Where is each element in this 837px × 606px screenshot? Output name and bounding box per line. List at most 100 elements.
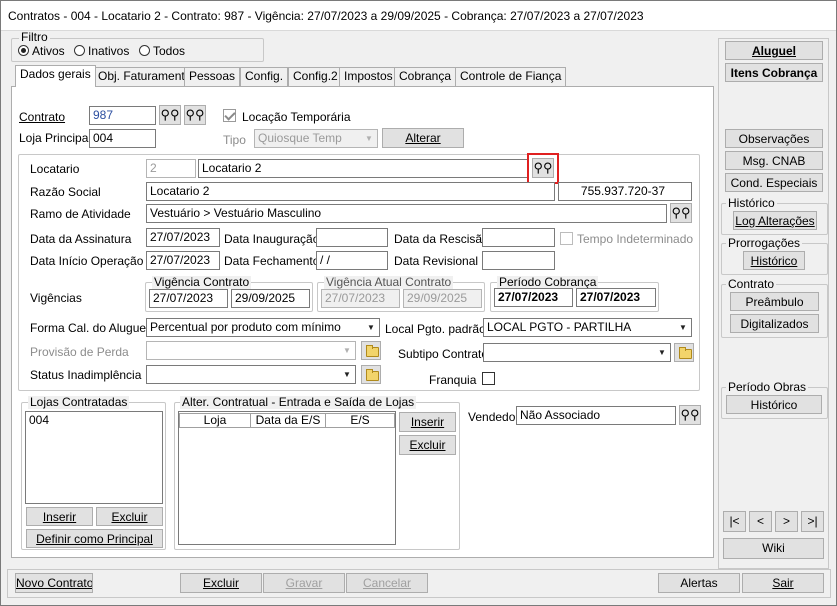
aluguel-button[interactable]: Aluguel <box>725 41 823 60</box>
cancelar-button[interactable]: Cancelar <box>346 573 428 593</box>
data-inicio-input[interactable]: 27/07/2023 <box>146 251 220 270</box>
observacoes-button[interactable]: Observações <box>725 129 823 148</box>
log-alteracoes-button[interactable]: Log Alterações <box>733 211 817 230</box>
tab-obj-faturamento[interactable]: Obj. Faturamento <box>93 67 197 86</box>
lojas-list[interactable]: 004 <box>25 411 163 504</box>
subtipo-contrato-combo[interactable]: ▼ <box>483 343 671 362</box>
folder-icon[interactable] <box>674 343 694 362</box>
status-inadimplencia-combo[interactable]: ▼ <box>146 365 356 384</box>
razao-social-label: Razão Social <box>30 185 101 199</box>
loja-principal-label: Loja Principal <box>19 131 92 145</box>
chevron-down-icon: ▼ <box>363 319 379 336</box>
forma-calculo-combo[interactable]: Percentual por produto com mínimo ▼ <box>146 318 380 337</box>
forma-calculo-value: Percentual por produto com mínimo <box>150 320 341 334</box>
tab-config[interactable]: Config. <box>240 67 289 86</box>
filter-todos-radio[interactable]: Todos <box>139 44 185 58</box>
alter-inserir-button[interactable]: Inserir <box>399 412 456 432</box>
excluir-button[interactable]: Excluir <box>180 573 262 593</box>
tab-config2[interactable]: Config.2 <box>288 67 343 86</box>
alertas-button[interactable]: Alertas <box>658 573 740 593</box>
lojas-excluir-button[interactable]: Excluir <box>96 507 163 526</box>
local-pgto-combo[interactable]: LOCAL PGTO - PARTILHA ▼ <box>483 318 692 337</box>
data-revisional-label: Data Revisional <box>394 254 479 268</box>
tempo-indeterminado-label: Tempo Indeterminado <box>577 232 694 246</box>
ramo-atividade-label: Ramo de Atividade <box>30 207 131 221</box>
tipo-value: Quiosque Temp <box>258 131 342 145</box>
tipo-combo[interactable]: Quiosque Temp ▼ <box>254 129 378 148</box>
vendedor-input[interactable]: Não Associado <box>516 406 676 425</box>
prorrogacoes-historico-button[interactable]: Histórico <box>743 251 805 270</box>
novo-contrato-button[interactable]: Novo Contrato <box>15 573 93 593</box>
vigencia-contrato-inicio[interactable]: 27/07/2023 <box>149 289 228 308</box>
tab-impostos[interactable]: Impostos <box>339 67 398 86</box>
definir-principal-button[interactable]: Definir como Principal <box>26 529 163 548</box>
contracts-window: Contratos - 004 - Locatario 2 - Contrato… <box>0 0 837 606</box>
window-title: Contratos - 004 - Locatario 2 - Contrato… <box>1 1 836 31</box>
loja-principal-input[interactable]: 004 <box>89 129 156 148</box>
sair-button[interactable]: Sair <box>742 573 824 593</box>
list-item[interactable]: 004 <box>26 412 162 429</box>
contrato-input[interactable]: 987 <box>89 106 156 125</box>
nav-first-button[interactable]: |< <box>723 511 746 532</box>
alter-col-data: Data da E/S <box>250 413 326 428</box>
binoculars-icon[interactable]: ⚲⚲ <box>184 105 206 125</box>
locacao-temporaria-checkbox[interactable] <box>223 109 236 122</box>
binoculars-icon[interactable]: ⚲⚲ <box>679 405 701 425</box>
filter-inativos-radio[interactable]: Inativos <box>74 44 129 58</box>
data-rescisao-input[interactable] <box>482 228 555 247</box>
cond-especiais-button[interactable]: Cond. Especiais <box>725 173 823 192</box>
nav-prev-button[interactable]: < <box>749 511 772 532</box>
ramo-atividade-input[interactable]: Vestuário > Vestuário Masculino <box>146 204 667 223</box>
data-fechamento-input[interactable]: / / <box>316 251 388 270</box>
contrato-label: Contrato <box>19 110 66 124</box>
contrato-side-title: Contrato <box>726 277 777 291</box>
vigencia-atual-fim[interactable]: 29/09/2025 <box>403 289 482 308</box>
obras-historico-button[interactable]: Histórico <box>726 395 822 414</box>
provisao-perda-combo[interactable]: ▼ <box>146 341 356 360</box>
locatario-code-input[interactable]: 2 <box>146 159 196 178</box>
digitalizados-button[interactable]: Digitalizados <box>730 314 819 333</box>
periodo-cobranca-fim[interactable]: 27/07/2023 <box>576 288 656 307</box>
vigencia-atual-inicio[interactable]: 27/07/2023 <box>321 289 400 308</box>
locatario-name-input[interactable]: Locatario 2 <box>198 159 528 178</box>
data-inauguracao-input[interactable] <box>316 228 388 247</box>
lojas-inserir-button[interactable]: Inserir <box>26 507 93 526</box>
tab-dados-gerais[interactable]: Dados gerais <box>15 65 96 87</box>
tab-controle-fianca[interactable]: Controle de Fiança <box>455 67 567 86</box>
wiki-button[interactable]: Wiki <box>723 538 824 559</box>
itens-cobranca-button[interactable]: Itens Cobrança <box>725 63 823 82</box>
binoculars-icon[interactable]: ⚲⚲ <box>670 203 692 223</box>
tab-cobranca[interactable]: Cobrança <box>394 67 457 86</box>
msg-cnab-button[interactable]: Msg. CNAB <box>725 151 823 170</box>
tempo-indeterminado-checkbox[interactable] <box>560 232 573 245</box>
periodo-cobranca-inicio[interactable]: 27/07/2023 <box>494 288 573 307</box>
preambulo-button[interactable]: Preâmbulo <box>730 292 819 311</box>
radio-icon <box>139 45 150 56</box>
locatario-label: Locatario <box>30 162 80 176</box>
folder-icon[interactable] <box>361 341 381 360</box>
local-pgto-value: LOCAL PGTO - PARTILHA <box>487 320 632 334</box>
alter-contratual-title: Alter. Contratual - Entrada e Saída de L… <box>180 395 417 409</box>
tab-pessoas[interactable]: Pessoas <box>184 67 241 86</box>
chevron-down-icon: ▼ <box>675 319 691 336</box>
alter-excluir-button[interactable]: Excluir <box>399 435 456 455</box>
vigencia-contrato-fim[interactable]: 29/09/2025 <box>231 289 310 308</box>
alter-grid[interactable] <box>178 411 396 545</box>
filter-ativos-radio[interactable]: Ativos <box>18 44 65 58</box>
filter-todos-label: Todos <box>153 44 186 58</box>
franquia-checkbox[interactable] <box>482 372 495 385</box>
binoculars-icon[interactable]: ⚲⚲ <box>159 105 181 125</box>
cpf-cnpj-input[interactable]: 755.937.720-37 <box>558 182 692 201</box>
tipo-label: Tipo <box>223 133 246 147</box>
razao-social-input[interactable]: Locatario 2 <box>146 182 555 201</box>
nav-next-button[interactable]: > <box>775 511 798 532</box>
data-revisional-input[interactable] <box>482 251 555 270</box>
gravar-button[interactable]: Gravar <box>263 573 345 593</box>
chevron-down-icon: ▼ <box>339 366 355 383</box>
alterar-button[interactable]: Alterar <box>382 128 464 148</box>
folder-icon[interactable] <box>361 365 381 384</box>
locacao-temporaria-label: Locação Temporária <box>242 110 351 124</box>
chevron-down-icon: ▼ <box>361 130 377 147</box>
nav-last-button[interactable]: >| <box>801 511 824 532</box>
data-assinatura-input[interactable]: 27/07/2023 <box>146 228 220 247</box>
